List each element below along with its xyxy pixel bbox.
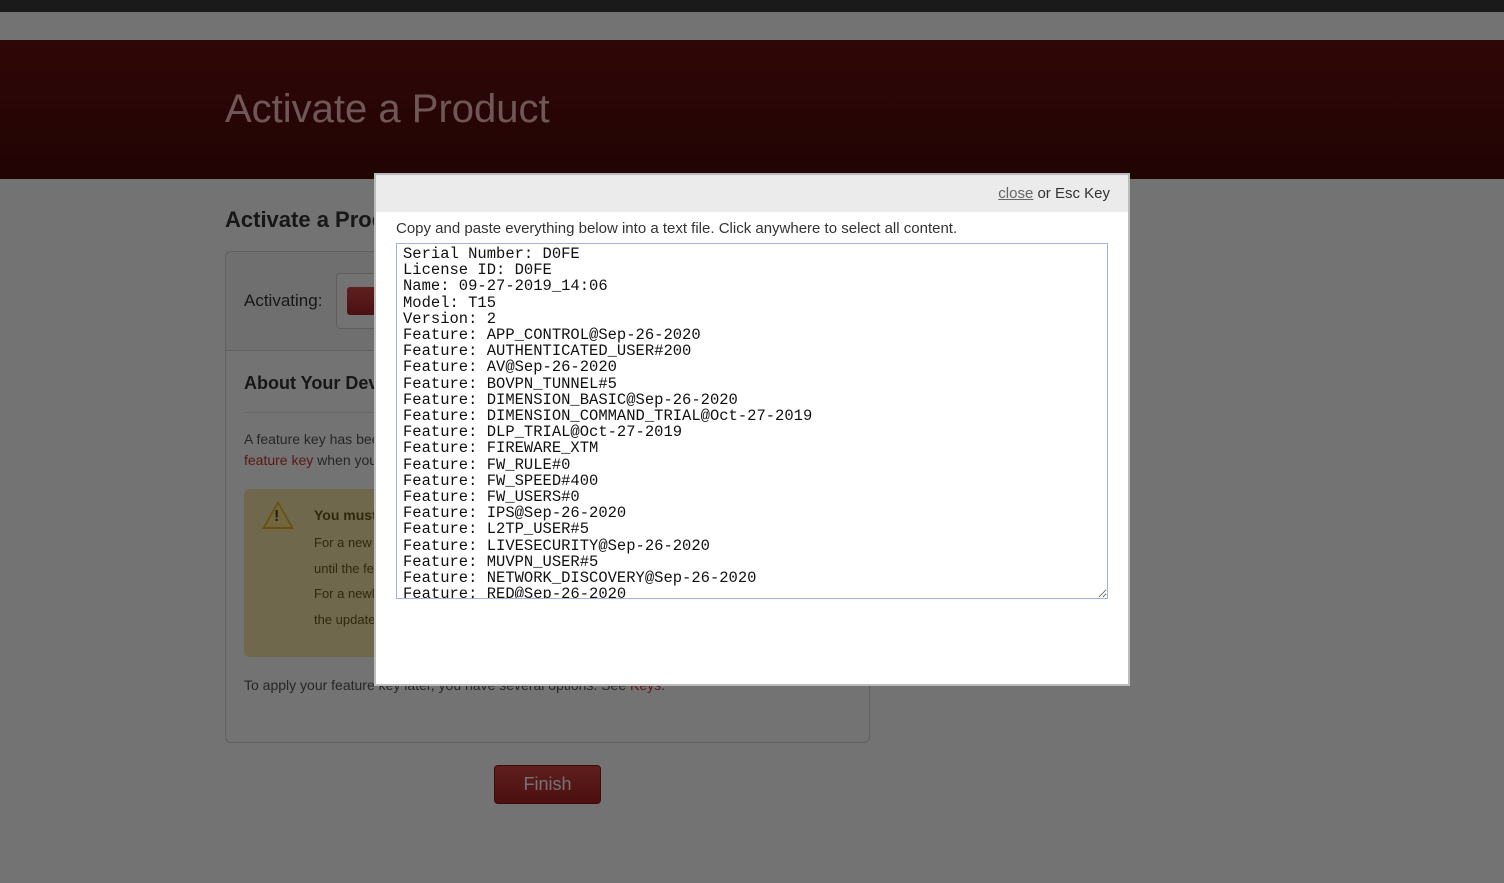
feature-key-textarea[interactable] bbox=[396, 243, 1108, 599]
modal-close-link[interactable]: close bbox=[998, 185, 1033, 202]
modal-overlay[interactable]: close or Esc Key Copy and paste everythi… bbox=[0, 0, 1504, 883]
modal-header: close or Esc Key bbox=[376, 175, 1128, 212]
modal-esc-hint: or Esc Key bbox=[1033, 185, 1110, 202]
modal-instruction: Copy and paste everything below into a t… bbox=[396, 220, 1108, 237]
feature-key-modal: close or Esc Key Copy and paste everythi… bbox=[376, 175, 1128, 684]
modal-body: Copy and paste everything below into a t… bbox=[376, 212, 1128, 684]
